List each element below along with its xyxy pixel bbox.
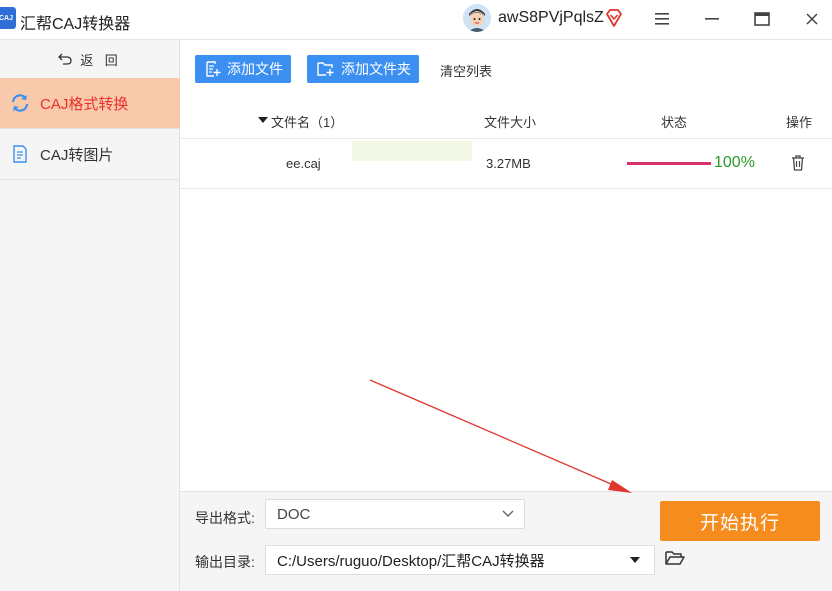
add-folder-icon — [317, 62, 334, 76]
add-file-icon — [206, 61, 221, 77]
menu-button[interactable] — [649, 6, 675, 32]
refresh-icon — [10, 93, 30, 113]
sidebar-item-caj-to-image[interactable]: CAJ转图片 — [0, 129, 180, 180]
progress-percent: 100% — [714, 154, 755, 171]
sidebar-item-caj-format-convert[interactable]: CAJ格式转换 — [0, 78, 180, 129]
column-header-size: 文件大小 — [484, 115, 537, 130]
minimize-icon — [705, 18, 719, 20]
back-arrow-icon — [58, 53, 72, 65]
add-file-label: 添加文件 — [227, 61, 283, 77]
browse-folder-button[interactable] — [665, 549, 685, 569]
add-file-button[interactable]: 添加文件 — [195, 55, 291, 83]
folder-open-icon — [665, 551, 685, 565]
column-header-status: 状态 — [661, 115, 688, 130]
maximize-button[interactable] — [749, 6, 775, 32]
back-button[interactable]: 返 回 — [0, 40, 180, 78]
trash-icon — [792, 155, 804, 171]
column-header-action: 操作 — [786, 115, 813, 130]
user-avatar[interactable] — [463, 4, 491, 32]
app-logo: CAJ — [0, 7, 16, 29]
back-label: 返 回 — [80, 52, 122, 68]
avatar-icon — [463, 4, 491, 32]
add-folder-label: 添加文件夹 — [341, 61, 411, 77]
maximize-icon — [754, 12, 770, 26]
output-dir-select[interactable]: C:/Users/ruguo/Desktop/汇帮CAJ转换器 — [265, 545, 655, 575]
delete-button[interactable] — [791, 155, 805, 174]
username[interactable]: awS8PVjPqlsZ — [498, 9, 604, 27]
file-size-cell: 3.27MB — [486, 156, 531, 171]
app-title: 汇帮CAJ转换器 — [20, 16, 131, 33]
table-row[interactable]: ee.caj 3.27MB 100% — [180, 139, 832, 189]
file-name-cell: ee.caj — [286, 156, 321, 171]
add-folder-button[interactable]: 添加文件夹 — [307, 55, 419, 83]
hamburger-icon — [655, 13, 669, 25]
output-dir-value: C:/Users/ruguo/Desktop/汇帮CAJ转换器 — [277, 552, 545, 570]
sidebar-item-label: CAJ转图片 — [40, 146, 114, 164]
watermark — [352, 141, 472, 161]
vip-diamond-icon[interactable] — [604, 8, 624, 28]
title-bar: CAJ 汇帮CAJ转换器 awS8PVjPqlsZ — [0, 0, 832, 40]
chevron-down-icon — [502, 510, 514, 517]
sort-desc-icon[interactable] — [258, 112, 268, 127]
format-value: DOC — [277, 505, 311, 523]
sidebar: 返 回 CAJ格式转换 CAJ转图片 — [0, 40, 180, 591]
format-label: 导出格式: — [195, 510, 255, 526]
caret-down-icon — [630, 557, 640, 563]
format-select[interactable]: DOC — [265, 499, 525, 529]
main-panel: 添加文件 添加文件夹 清空列表 文件名（1） 文件大小 状态 操作 ee.caj… — [180, 40, 832, 491]
start-button[interactable]: 开始执行 — [660, 501, 820, 541]
close-icon — [806, 13, 818, 25]
sidebar-item-label: CAJ格式转换 — [40, 95, 129, 113]
minimize-button[interactable] — [699, 6, 725, 32]
clear-list-button[interactable]: 清空列表 — [440, 61, 492, 80]
document-icon — [10, 144, 30, 164]
table-header: 文件名（1） 文件大小 状态 操作 — [180, 101, 832, 139]
output-dir-label: 输出目录: — [195, 554, 255, 570]
bottom-panel: 导出格式: DOC 开始执行 输出目录: C:/Users/ruguo/Desk… — [180, 491, 832, 591]
column-header-filename[interactable]: 文件名（1） — [271, 112, 343, 131]
progress-bar — [627, 162, 711, 165]
close-button[interactable] — [799, 6, 825, 32]
